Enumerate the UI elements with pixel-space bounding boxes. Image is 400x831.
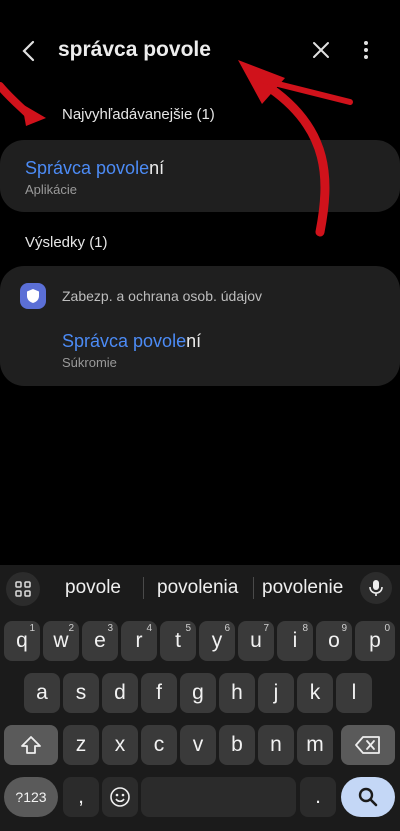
backspace-key[interactable]: [341, 725, 395, 765]
key-x[interactable]: x: [102, 725, 138, 765]
key-sup: 7: [263, 623, 269, 634]
key-w[interactable]: w2: [43, 621, 79, 661]
key-v[interactable]: v: [180, 725, 216, 765]
key-t[interactable]: t5: [160, 621, 196, 661]
key-z[interactable]: z: [63, 725, 99, 765]
key-y[interactable]: y6: [199, 621, 235, 661]
key-sup: 1: [29, 623, 35, 634]
comma-key[interactable]: ,: [63, 777, 99, 817]
key-m[interactable]: m: [297, 725, 333, 765]
key-g[interactable]: g: [180, 673, 216, 713]
key-h[interactable]: h: [219, 673, 255, 713]
suggestion-1[interactable]: povole: [65, 577, 121, 599]
result-item-subtitle: Súkromie: [62, 355, 117, 370]
voice-input-button[interactable]: [360, 572, 392, 604]
key-sup: 4: [146, 623, 152, 634]
emoji-icon: [110, 787, 130, 807]
suggestion-3[interactable]: povolenie: [262, 577, 343, 599]
key-label: t: [175, 629, 181, 652]
key-sup: 5: [185, 623, 191, 634]
settings-search-screen: správca povole Najvyhľadávanejšie (1) Sp…: [0, 0, 400, 831]
key-sup: 2: [68, 623, 74, 634]
key-label: e: [94, 629, 106, 652]
key-label: y: [211, 629, 223, 652]
divider: [143, 577, 144, 599]
symbols-key[interactable]: ?123: [4, 777, 58, 817]
suggestion-2[interactable]: povolenia: [157, 577, 238, 599]
suggestion-bar: povole povolenia povolenie: [0, 565, 400, 611]
key-e[interactable]: e3: [82, 621, 118, 661]
match-highlight: Správca povole: [62, 331, 187, 351]
key-k[interactable]: k: [297, 673, 333, 713]
period-key[interactable]: .: [300, 777, 336, 817]
key-label: u: [250, 629, 262, 652]
shift-key[interactable]: [4, 725, 58, 765]
keyboard-apps-button[interactable]: [6, 572, 40, 606]
key-o[interactable]: o9: [316, 621, 352, 661]
key-j[interactable]: j: [258, 673, 294, 713]
key-p[interactable]: p0: [355, 621, 395, 661]
title-rest: ní: [186, 331, 202, 351]
key-b[interactable]: b: [219, 725, 255, 765]
divider: [253, 577, 254, 599]
key-d[interactable]: d: [102, 673, 138, 713]
key-sup: 6: [224, 623, 230, 634]
key-sup: 8: [302, 623, 308, 634]
key-i[interactable]: i8: [277, 621, 313, 661]
grid-icon: [15, 581, 31, 597]
search-icon: [358, 787, 378, 807]
key-r[interactable]: r4: [121, 621, 157, 661]
result-item-title[interactable]: Správca povolení: [62, 331, 201, 352]
key-q[interactable]: q1: [4, 621, 40, 661]
key-label: p: [369, 629, 381, 652]
key-sup: 9: [341, 623, 347, 634]
annotation-arrow-overlay: [0, 60, 353, 237]
key-label: q: [16, 629, 28, 652]
key-sup: 3: [107, 623, 113, 634]
key-u[interactable]: u7: [238, 621, 274, 661]
key-label: i: [292, 629, 298, 652]
space-key[interactable]: [141, 777, 296, 817]
microphone-icon: [369, 580, 383, 596]
key-s[interactable]: s: [63, 673, 99, 713]
key-label: r: [135, 629, 143, 652]
key-sup: 0: [384, 623, 390, 634]
key-n[interactable]: n: [258, 725, 294, 765]
key-label: w: [53, 629, 69, 652]
backspace-icon: [355, 736, 380, 754]
key-f[interactable]: f: [141, 673, 177, 713]
key-a[interactable]: a: [24, 673, 60, 713]
key-c[interactable]: c: [141, 725, 177, 765]
key-label: o: [328, 629, 340, 652]
key-l[interactable]: l: [336, 673, 372, 713]
emoji-key[interactable]: [102, 777, 138, 817]
annotation-arrow-top: [265, 83, 330, 237]
search-key[interactable]: [341, 777, 395, 817]
shift-icon: [21, 736, 41, 754]
keyboard: povole povolenia povolenie q1 w2 e3 r4 t…: [0, 565, 400, 831]
